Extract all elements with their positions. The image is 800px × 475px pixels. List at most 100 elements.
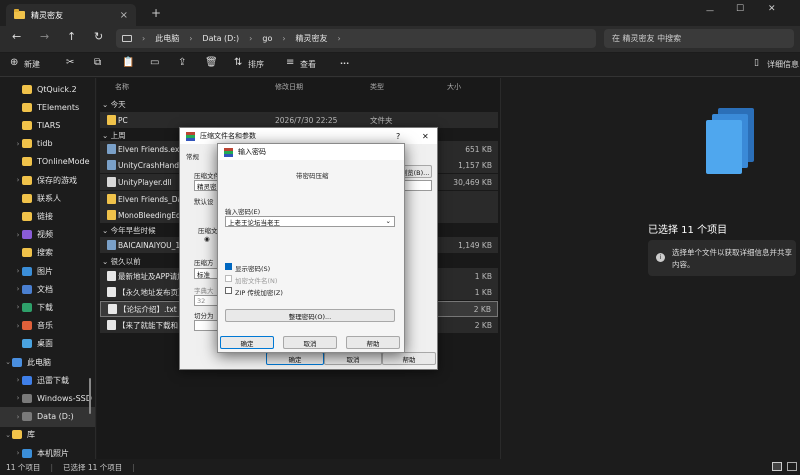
sidebar-item[interactable]: 桌面 (0, 334, 95, 354)
sidebar-item[interactable]: › 音乐 (0, 316, 95, 336)
forward-icon[interactable]: → (40, 30, 49, 43)
expand-chevron-icon[interactable]: › (14, 449, 22, 457)
dictionary-select[interactable]: 32 (194, 295, 218, 306)
archive-ok-button[interactable]: 确定 (266, 352, 324, 365)
breadcrumb-go[interactable]: go (262, 34, 272, 43)
sidebar-item[interactable]: ⌄ 此电脑 (0, 352, 95, 372)
sidebar-item[interactable]: › 图片 (0, 261, 95, 281)
address-bar[interactable]: › 此电脑 › Data (D:) › go › 精灵密友 › (116, 29, 596, 48)
sidebar-item[interactable]: 链接 (0, 206, 95, 226)
sidebar-item[interactable]: 搜索 (0, 243, 95, 263)
breadcrumb-this-pc[interactable]: 此电脑 (155, 33, 179, 44)
breadcrumb-data-drive[interactable]: Data (D:) (202, 34, 239, 43)
password-input[interactable]: 上老王论坛当老王 ⌄ (225, 216, 395, 227)
column-date[interactable]: 修改日期 (275, 82, 303, 92)
new-tab-icon[interactable]: + (151, 6, 161, 20)
split-select[interactable] (194, 320, 218, 331)
breadcrumb-current[interactable]: 精灵密友 (296, 33, 328, 44)
help-icon[interactable]: ? (396, 132, 400, 141)
method-label: 压缩方 (194, 259, 214, 267)
password-help-button[interactable]: 帮助 (346, 336, 400, 349)
expand-chevron-icon[interactable]: › (14, 394, 22, 402)
rename-icon[interactable]: ▭ (150, 57, 159, 68)
tile-view-icon[interactable] (787, 462, 797, 471)
copy-icon[interactable]: ⧉ (94, 57, 101, 68)
delete-icon[interactable]: 🗑 (205, 57, 218, 68)
sidebar-item[interactable]: ⌄ 库 (0, 425, 95, 445)
password-ok-button[interactable]: 确定 (220, 336, 274, 349)
sidebar-item[interactable]: › 下载 (0, 297, 95, 317)
sidebar-item-label: TElements (37, 102, 80, 112)
expand-chevron-icon[interactable]: › (14, 231, 22, 239)
expand-chevron-icon[interactable]: › (14, 267, 22, 275)
column-size[interactable]: 大小 (447, 82, 461, 92)
expand-chevron-icon[interactable]: › (14, 413, 22, 421)
view-button[interactable]: 查看 (300, 59, 316, 70)
tab-active[interactable]: 精灵密友 × (6, 4, 136, 26)
paste-icon[interactable]: 📋 (122, 57, 134, 68)
group-long-ago[interactable]: ⌄ 很久以前 (102, 256, 141, 267)
sidebar-item[interactable]: TIARS (0, 115, 95, 135)
close-icon[interactable]: ✕ (422, 132, 429, 141)
cut-icon[interactable]: ✂ (66, 57, 74, 68)
sidebar-item[interactable]: › Data (D:) (0, 406, 95, 427)
refresh-icon[interactable]: ↻ (94, 30, 103, 43)
column-name[interactable]: 名称 (115, 82, 129, 92)
sort-button[interactable]: 排序 (248, 59, 264, 70)
details-button[interactable]: 详细信息 (767, 59, 799, 70)
maximize-icon[interactable]: ☐ (736, 4, 744, 14)
archive-help-button[interactable]: 帮助 (382, 352, 436, 365)
expand-chevron-icon[interactable]: › (14, 376, 22, 384)
sidebar-item[interactable]: › Windows-SSD (0, 388, 95, 408)
sidebar-item[interactable]: QtQuick.2 (0, 79, 95, 99)
sort-icon[interactable]: ⇅ (234, 57, 242, 68)
close-window-icon[interactable]: ✕ (768, 4, 776, 14)
list-view-icon[interactable] (772, 462, 782, 471)
minimize-icon[interactable]: — (706, 6, 714, 15)
sidebar-item[interactable]: › 保存的游戏 (0, 170, 95, 190)
encrypt-names-checkbox[interactable] (225, 275, 232, 282)
group-today[interactable]: ⌄ 今天 (102, 99, 126, 110)
organize-passwords-button[interactable]: 整理密码(O)... (225, 309, 395, 322)
archive-name-input[interactable]: 精灵密 (194, 180, 218, 191)
tab-general[interactable]: 常规 (186, 151, 199, 161)
sidebar-scrollbar[interactable] (89, 378, 91, 414)
more-button[interactable]: ··· (340, 59, 349, 68)
group-earlier-this-year[interactable]: ⌄ 今年早些时候 (102, 225, 156, 236)
search-input[interactable]: 在 精灵密友 中搜索 (604, 29, 794, 48)
view-icon[interactable]: ≡ (286, 57, 294, 68)
sidebar-item[interactable]: › 文档 (0, 279, 95, 299)
back-icon[interactable]: ← (12, 30, 21, 43)
expand-chevron-icon[interactable]: › (14, 285, 22, 293)
details-pane-icon[interactable]: ▯ (754, 58, 759, 68)
format-radio[interactable]: ◉ (204, 235, 210, 243)
file-row[interactable]: PC 2026/7/30 22:25 文件夹 (100, 112, 498, 128)
password-cancel-button[interactable]: 取消 (283, 336, 337, 349)
up-icon[interactable]: ↑ (67, 30, 76, 43)
sidebar-item-label: 视频 (37, 230, 53, 240)
dropdown-icon[interactable]: ⌄ (386, 217, 391, 225)
column-type[interactable]: 类型 (370, 82, 384, 92)
expand-chevron-icon[interactable]: › (14, 176, 22, 184)
sidebar-item[interactable]: › tidb (0, 134, 95, 154)
expand-chevron-icon[interactable]: ⌄ (4, 431, 12, 439)
expand-chevron-icon[interactable]: ⌄ (4, 358, 12, 366)
share-icon[interactable]: ⇪ (178, 57, 186, 68)
show-password-checkbox[interactable] (225, 263, 232, 270)
method-select[interactable]: 标准 (194, 268, 218, 279)
sidebar-item[interactable]: › 迅雷下载 (0, 370, 95, 390)
group-last-week[interactable]: ⌄ 上周 (102, 130, 126, 141)
zip-legacy-checkbox[interactable] (225, 287, 232, 294)
sidebar-item[interactable]: › 视频 (0, 225, 95, 245)
sidebar-item[interactable]: 联系人 (0, 188, 95, 208)
archive-cancel-button[interactable]: 取消 (324, 352, 382, 365)
expand-chevron-icon[interactable]: › (14, 140, 22, 148)
sidebar-item[interactable]: TElements (0, 97, 95, 117)
new-button[interactable]: 新建 (24, 59, 40, 70)
sidebar-item[interactable]: TOnlineMode (0, 152, 95, 172)
sidebar-item-label: TIARS (37, 120, 61, 130)
new-icon[interactable]: ⊕ (10, 57, 18, 68)
tab-close-icon[interactable]: × (120, 10, 128, 21)
expand-chevron-icon[interactable]: › (14, 322, 22, 330)
expand-chevron-icon[interactable]: › (14, 303, 22, 311)
